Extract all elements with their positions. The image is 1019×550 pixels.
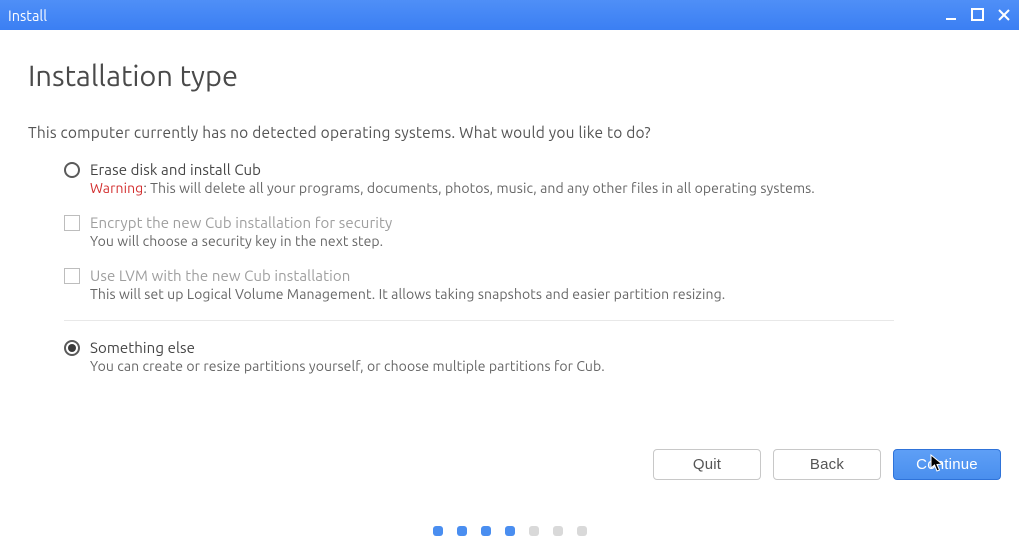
option-encrypt[interactable]: Encrypt the new Cub installation for sec… <box>64 214 991 249</box>
option-desc: This will set up Logical Volume Manageme… <box>90 286 991 302</box>
option-label: Use LVM with the new Cub installation <box>90 267 991 284</box>
option-label: Something else <box>90 339 991 356</box>
checkbox-lvm[interactable] <box>64 268 80 284</box>
radio-something-else[interactable] <box>64 340 80 356</box>
minimize-icon[interactable] <box>945 8 959 22</box>
option-body: Use LVM with the new Cub installation Th… <box>90 267 991 302</box>
option-lvm[interactable]: Use LVM with the new Cub installation Th… <box>64 267 991 302</box>
warning-prefix: Warning <box>90 180 143 196</box>
quit-button[interactable]: Quit <box>653 449 761 480</box>
separator <box>64 320 894 321</box>
main-content: Installation type This computer currentl… <box>0 30 1019 374</box>
window-controls <box>945 8 1011 22</box>
back-button[interactable]: Back <box>773 449 881 480</box>
window-title: Install <box>8 7 47 24</box>
pager-dot[interactable] <box>505 526 515 536</box>
radio-erase[interactable] <box>64 162 80 178</box>
option-something-else[interactable]: Something else You can create or resize … <box>64 339 991 374</box>
button-row: Quit Back Continue <box>653 449 1001 480</box>
pager-dot[interactable] <box>457 526 467 536</box>
options-list: Erase disk and install Cub Warning: This… <box>28 161 991 374</box>
page-title: Installation type <box>28 60 991 92</box>
pager-dot[interactable] <box>529 526 539 536</box>
option-label: Erase disk and install Cub <box>90 161 991 178</box>
close-icon[interactable] <box>997 8 1011 22</box>
checkbox-encrypt[interactable] <box>64 215 80 231</box>
option-erase-disk[interactable]: Erase disk and install Cub Warning: This… <box>64 161 991 196</box>
option-desc: You will choose a security key in the ne… <box>90 233 991 249</box>
pager-dot[interactable] <box>577 526 587 536</box>
option-desc: You can create or resize partitions your… <box>90 358 991 374</box>
titlebar[interactable]: Install <box>0 0 1019 30</box>
option-body: Something else You can create or resize … <box>90 339 991 374</box>
pager-dots <box>433 526 587 536</box>
option-desc: Warning: This will delete all your progr… <box>90 180 991 196</box>
pager-dot[interactable] <box>481 526 491 536</box>
option-body: Erase disk and install Cub Warning: This… <box>90 161 991 196</box>
option-body: Encrypt the new Cub installation for sec… <box>90 214 991 249</box>
pager-dot[interactable] <box>433 526 443 536</box>
pager-dot[interactable] <box>553 526 563 536</box>
question-text: This computer currently has no detected … <box>28 124 991 141</box>
maximize-icon[interactable] <box>971 8 985 22</box>
option-label: Encrypt the new Cub installation for sec… <box>90 214 991 231</box>
continue-button[interactable]: Continue <box>893 449 1001 480</box>
warning-text: : This will delete all your programs, do… <box>143 180 815 196</box>
